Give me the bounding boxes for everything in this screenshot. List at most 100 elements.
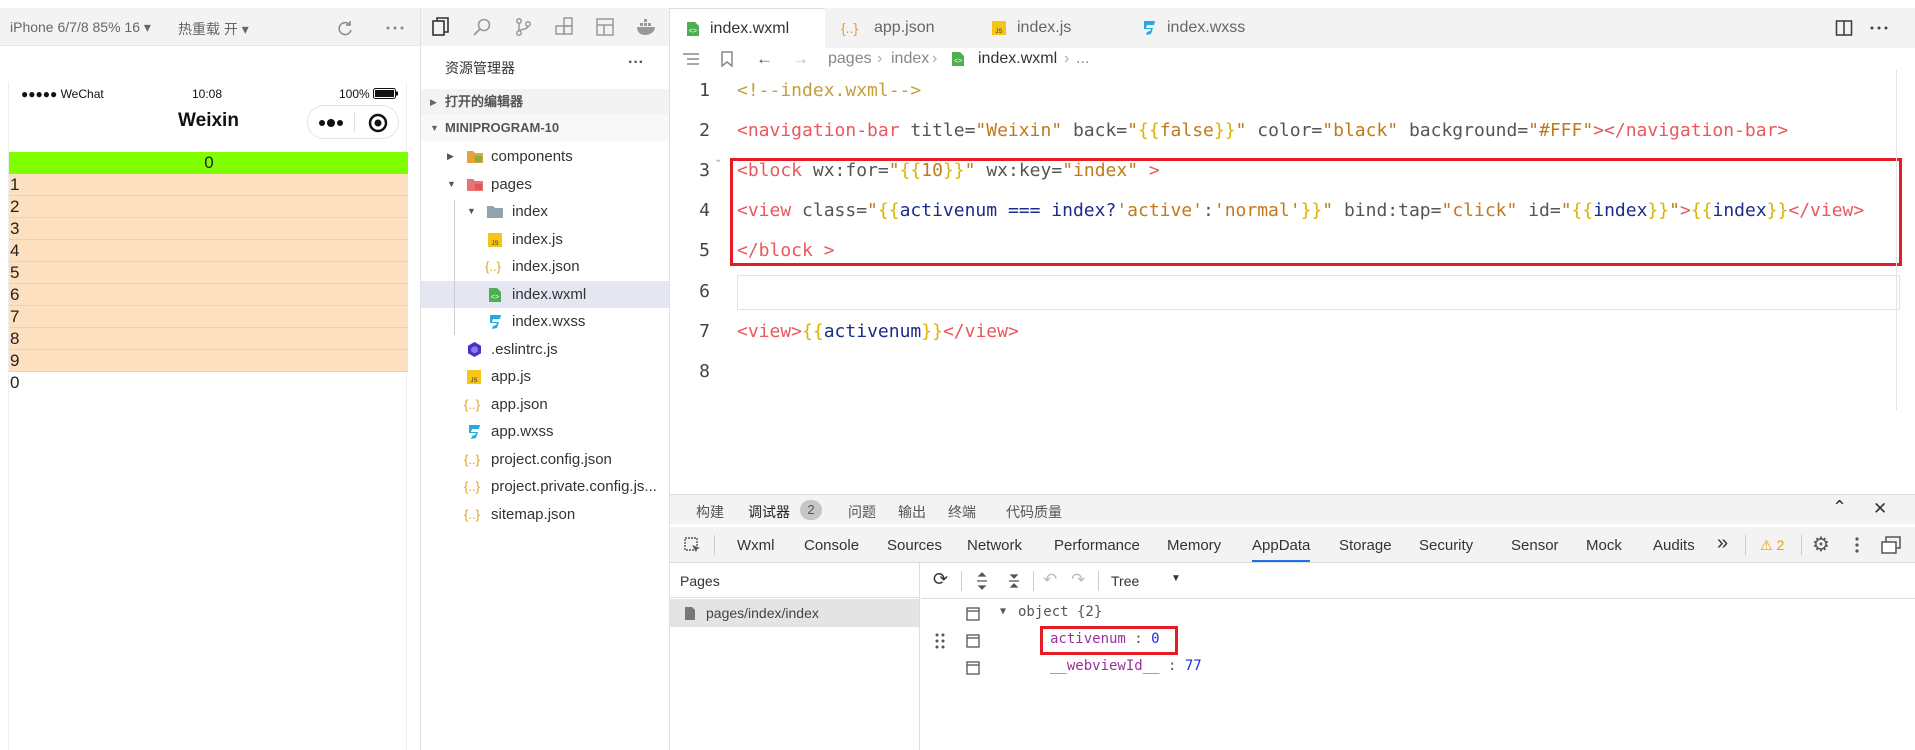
tab-output[interactable]: 输出 <box>898 502 926 522</box>
back-icon[interactable]: ← <box>756 46 773 72</box>
tree-item-webviewid[interactable]: __webviewId__ : 77 <box>1050 658 1202 674</box>
list-icon[interactable] <box>682 52 700 66</box>
tree-item-components[interactable]: ▶ components <box>421 143 669 170</box>
docker-icon[interactable] <box>636 17 658 37</box>
list-item[interactable]: 2 <box>9 196 408 218</box>
menu-dots-icon[interactable] <box>318 119 344 127</box>
tab-build[interactable]: 构建 <box>696 502 724 522</box>
tab-security[interactable]: Security <box>1419 537 1473 554</box>
tab-console[interactable]: Console <box>804 537 859 554</box>
tab-index-wxss[interactable]: index.wxss <box>1127 8 1275 48</box>
undo-icon[interactable]: ↶ <box>1043 570 1057 590</box>
list-item-active[interactable]: 0 <box>9 152 408 174</box>
tab-terminal[interactable]: 终端 <box>948 502 976 522</box>
tree-item-eslintrc[interactable]: .eslintrc.js <box>421 336 669 363</box>
tree-item-pages[interactable]: ▼ pages <box>421 171 669 198</box>
tab-index-wxml[interactable]: <> index.wxml <box>670 8 825 48</box>
tree-item-sitemap[interactable]: {..} sitemap.json <box>421 501 669 528</box>
tree-item-index-wxss[interactable]: index.wxss <box>421 308 669 335</box>
fold-icon[interactable]: ⌄ <box>714 154 722 165</box>
forward-icon[interactable]: → <box>792 46 809 72</box>
tab-sources[interactable]: Sources <box>887 537 942 554</box>
more-icon[interactable] <box>1870 26 1888 30</box>
tree-item-project-private-config[interactable]: {..} project.private.config.js... <box>421 473 669 500</box>
layout-icon[interactable] <box>595 17 615 37</box>
list-item[interactable]: 3 <box>9 218 408 240</box>
warnings-counter[interactable]: ⚠ 2 <box>1760 537 1784 554</box>
more-icon[interactable] <box>386 26 404 30</box>
tree-item-index-wxml[interactable]: <> index.wxml <box>421 281 669 308</box>
extensions-icon[interactable] <box>554 17 574 37</box>
tab-sensor[interactable]: Sensor <box>1511 537 1559 554</box>
scrollbar[interactable] <box>1896 70 1904 410</box>
inspect-icon[interactable] <box>684 537 702 555</box>
split-editor-icon[interactable] <box>1835 19 1853 37</box>
code-line[interactable]: <navigation-bar title="Weixin" back="{{f… <box>737 120 1788 141</box>
breadcrumb-item[interactable]: index <box>891 46 929 72</box>
appdata-toolbar: ⟳ ↶ ↷ Tree ▼ <box>921 563 1915 599</box>
explorer-more-button[interactable]: ··· <box>628 54 644 72</box>
tab-audits[interactable]: Audits <box>1653 537 1695 554</box>
chevron-up-icon[interactable]: ⌃ <box>1832 497 1847 518</box>
tab-performance[interactable]: Performance <box>1054 537 1140 554</box>
device-select[interactable]: iPhone 6/7/8 85% 16 ▾ <box>10 19 151 36</box>
page-item[interactable]: pages/index/index <box>670 599 919 627</box>
tree-item-app-json[interactable]: {..} app.json <box>421 391 669 418</box>
list-item[interactable]: 4 <box>9 240 408 262</box>
breadcrumb-item[interactable]: ... <box>1076 46 1089 72</box>
collapse-all-icon[interactable] <box>1007 572 1021 590</box>
project-section[interactable]: ▼ MINIPROGRAM-10 <box>421 115 669 141</box>
tab-mock[interactable]: Mock <box>1586 537 1622 554</box>
more-vertical-icon[interactable] <box>1855 537 1859 553</box>
tree-item-index-folder[interactable]: ▼ index <box>421 198 669 225</box>
edit-icon[interactable] <box>966 661 980 675</box>
edit-icon[interactable] <box>966 607 980 621</box>
chevron-down-icon[interactable]: ▼ <box>1000 606 1006 617</box>
drag-handle-icon[interactable] <box>935 632 945 650</box>
more-tabs-button[interactable]: » <box>1717 532 1728 555</box>
breadcrumb-item[interactable]: index.wxml <box>978 46 1057 72</box>
bookmark-icon[interactable] <box>720 51 734 67</box>
view-mode-select[interactable]: Tree <box>1111 573 1139 589</box>
refresh-icon[interactable] <box>336 19 354 37</box>
tree-item-index-js[interactable]: JS index.js <box>421 226 669 253</box>
files-icon[interactable] <box>431 17 451 37</box>
undock-icon[interactable] <box>1881 536 1901 554</box>
tree-item-app-wxss[interactable]: app.wxss <box>421 418 669 445</box>
code-line[interactable]: <!--index.wxml--> <box>737 80 921 101</box>
refresh-icon[interactable]: ⟳ <box>933 569 948 590</box>
close-miniprogram-icon[interactable] <box>367 112 389 134</box>
close-icon[interactable]: ✕ <box>1873 499 1887 519</box>
list-item[interactable]: 1 <box>9 174 408 196</box>
breadcrumb-item[interactable]: pages <box>828 46 872 72</box>
source-control-icon[interactable] <box>513 17 533 37</box>
list-item[interactable]: 5 <box>9 262 408 284</box>
tab-storage[interactable]: Storage <box>1339 537 1392 554</box>
redo-icon[interactable]: ↷ <box>1071 570 1085 590</box>
tab-wxml[interactable]: Wxml <box>737 537 775 554</box>
hot-reload-toggle[interactable]: 热重载 开 ▾ <box>178 19 249 39</box>
tree-item-app-js[interactable]: JS app.js <box>421 363 669 390</box>
tab-appdata[interactable]: AppData <box>1252 537 1311 562</box>
tab-memory[interactable]: Memory <box>1167 537 1221 554</box>
code-line[interactable]: <view>{{activenum}}</view> <box>737 321 1019 342</box>
tree-item-project-config[interactable]: {..} project.config.json <box>421 446 669 473</box>
chevron-down-icon[interactable]: ▼ <box>1171 573 1181 584</box>
tab-app-json[interactable]: {..} app.json <box>827 8 975 48</box>
tab-code-quality[interactable]: 代码质量 <box>1006 502 1062 522</box>
folder-icon <box>467 179 483 191</box>
tab-debugger[interactable]: 调试器 <box>748 502 790 522</box>
edit-icon[interactable] <box>966 634 980 648</box>
list-item[interactable]: 9 <box>9 350 408 372</box>
tab-problems[interactable]: 问题 <box>848 502 876 522</box>
expand-all-icon[interactable] <box>975 572 989 590</box>
list-item[interactable]: 7 <box>9 306 408 328</box>
open-editors-section[interactable]: ▶ 打开的编辑器 <box>421 89 669 115</box>
list-item[interactable]: 8 <box>9 328 408 350</box>
list-item[interactable]: 6 <box>9 284 408 306</box>
tab-index-js[interactable]: JS index.js <box>977 8 1125 48</box>
tab-network[interactable]: Network <box>967 537 1022 554</box>
search-icon[interactable] <box>472 17 492 37</box>
tree-item-index-json[interactable]: {..} index.json <box>421 253 669 280</box>
settings-icon[interactable]: ⚙ <box>1812 532 1830 557</box>
